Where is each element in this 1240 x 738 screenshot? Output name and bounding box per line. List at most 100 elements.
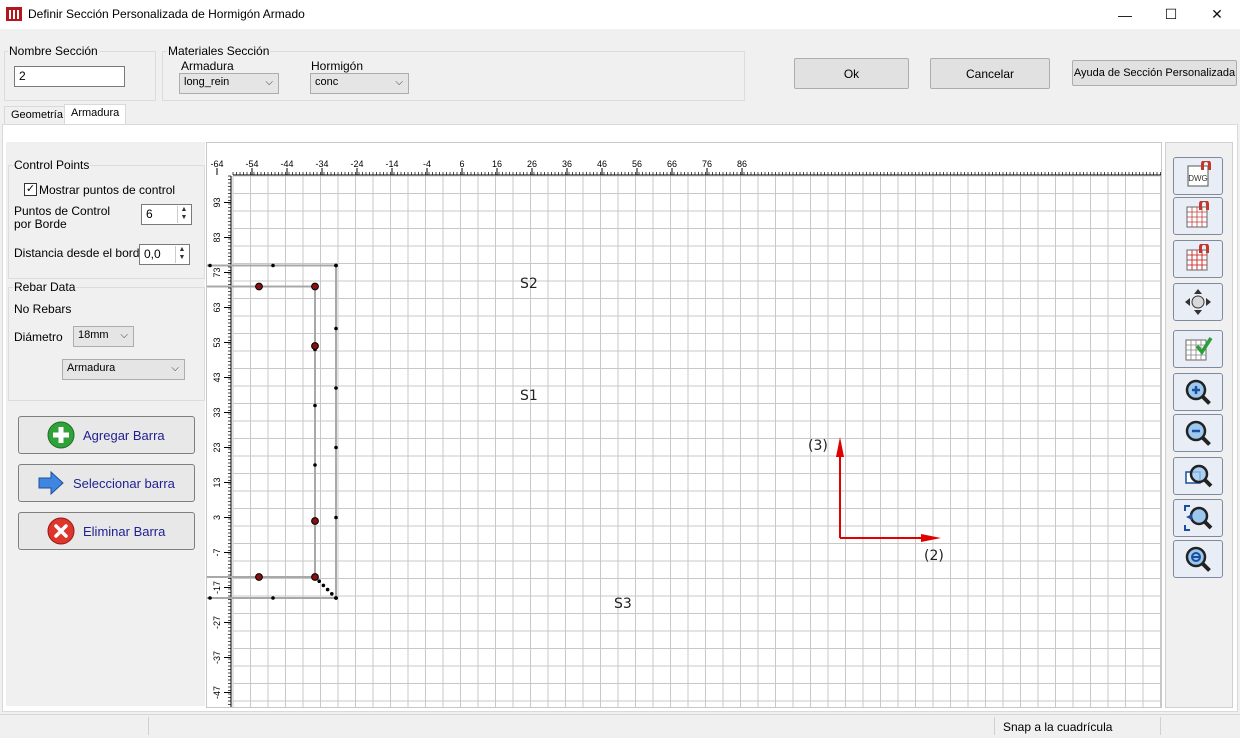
y-tick-label: 13: [212, 477, 222, 487]
corner-control-point: [325, 587, 330, 592]
control-point: [334, 515, 338, 520]
y-tick-label: -47: [212, 686, 222, 699]
select-bar-button[interactable]: Seleccionar barra: [18, 464, 195, 502]
zoom-previous-button[interactable]: [1173, 540, 1223, 578]
arrow-right-icon: [38, 470, 64, 496]
section-drawing[interactable]: -164-154-144-134-124-114-104-94-84-74-64…: [207, 143, 1162, 708]
plus-icon: [47, 421, 75, 449]
axis-2-arrowhead: [921, 534, 941, 542]
x-tick-label: 36: [562, 159, 572, 169]
zoom-window-button[interactable]: [1173, 457, 1223, 495]
grid-check-button[interactable]: [1173, 330, 1223, 368]
rebar-point: [311, 282, 319, 291]
y-tick-label: 53: [212, 337, 222, 347]
snap-grid-button[interactable]: [1173, 240, 1223, 278]
y-tick-label: 83: [212, 232, 222, 242]
section-canvas[interactable]: -164-154-144-134-124-114-104-94-84-74-64…: [206, 142, 1162, 708]
y-tick-label: 73: [212, 267, 222, 277]
diameter-select[interactable]: 18mm ⌵: [73, 326, 134, 347]
help-button[interactable]: Ayuda de Sección Personalizada: [1072, 60, 1237, 86]
ok-button[interactable]: Ok: [794, 58, 909, 89]
add-bar-label: Agregar Barra: [83, 427, 165, 443]
chevron-down-icon: ⌵: [120, 330, 128, 341]
axis-3-label: (3): [808, 438, 828, 454]
snap-status: Snap a la cuadrícula: [1003, 720, 1113, 734]
control-point: [208, 596, 212, 600]
grid-magnet-button[interactable]: [1173, 197, 1223, 235]
pan-move-icon: [1185, 289, 1211, 315]
armadura-select[interactable]: long_rein ⌵: [179, 73, 279, 94]
control-point: [334, 326, 338, 331]
maximize-button[interactable]: ☐: [1148, 0, 1194, 29]
diameter-select-value: 18mm: [78, 329, 109, 341]
tab-geometria[interactable]: Geometría: [4, 106, 70, 124]
edge-distance-label: Distancia desde el borde: [14, 246, 147, 260]
x-tick-label: 6: [459, 159, 464, 169]
app-icon: [6, 7, 22, 21]
zoom-out-button[interactable]: [1173, 414, 1223, 452]
rebar-point: [255, 282, 263, 291]
close-button[interactable]: ✕: [1194, 0, 1240, 29]
pan-move-button[interactable]: [1173, 283, 1223, 321]
edge-distance-spinner[interactable]: 0,0 ▲ ▼: [139, 244, 190, 265]
materiales-label: Materiales Sección: [167, 44, 271, 58]
x-tick-label: 56: [632, 159, 642, 169]
snap-grid-icon: [1186, 244, 1209, 271]
nombre-seccion-label: Nombre Sección: [8, 44, 99, 58]
x-tick-label: 26: [527, 159, 537, 169]
x-tick-label: 16: [492, 159, 502, 169]
control-point: [313, 403, 317, 408]
hormigon-select-value: conc: [315, 76, 339, 88]
minimize-button[interactable]: —: [1102, 0, 1148, 29]
zoom-fit-button[interactable]: [1173, 499, 1223, 537]
edge-distance-value: 0,0: [144, 247, 161, 261]
x-tick-label: 46: [597, 159, 607, 169]
zoom-out-icon: [1185, 420, 1211, 446]
delete-bar-label: Eliminar Barra: [83, 523, 166, 539]
grid-check-icon: [1185, 337, 1213, 361]
tab-armadura[interactable]: Armadura: [64, 104, 127, 125]
section-label-s1: S1: [520, 388, 538, 404]
x-tick-label: -4: [423, 159, 431, 169]
title-bar: Definir Sección Personalizada de Hormigó…: [0, 0, 1240, 29]
rebar-type-select[interactable]: Armadura ⌵: [62, 359, 185, 380]
x-tick-label: -24: [350, 159, 363, 169]
dwg-import-icon: DWG: [1187, 161, 1211, 187]
section-label-s2: S2: [520, 276, 538, 292]
rebar-data-label: Rebar Data: [13, 280, 77, 294]
chevron-down-icon: ⌵: [265, 77, 273, 88]
points-per-edge-label: Puntos de Control por Borde: [14, 204, 111, 231]
armadura-select-value: long_rein: [184, 76, 230, 88]
spinner-arrows-icon[interactable]: ▲ ▼: [175, 246, 188, 263]
chevron-down-icon: ⌵: [171, 363, 179, 374]
zoom-in-button[interactable]: [1173, 373, 1223, 411]
svg-text:DWG: DWG: [1188, 174, 1208, 183]
points-per-edge-spinner[interactable]: 6 ▲ ▼: [141, 204, 192, 225]
control-point: [271, 263, 275, 268]
show-points-label: Mostrar puntos de control: [39, 183, 176, 197]
corner-control-point: [321, 583, 326, 588]
x-tick-label: -34: [315, 159, 328, 169]
rebar-point: [311, 573, 319, 581]
corner-control-point: [334, 596, 338, 600]
add-bar-button[interactable]: Agregar Barra: [18, 416, 195, 454]
section-label-s3: S3: [614, 596, 632, 612]
y-tick-label: 23: [212, 442, 222, 452]
delete-bar-button[interactable]: Eliminar Barra: [18, 512, 195, 550]
chevron-down-icon: ⌵: [395, 77, 403, 88]
dwg-import-button[interactable]: DWG: [1173, 157, 1223, 195]
rebar-point: [311, 342, 319, 350]
y-tick-label: 33: [212, 407, 222, 417]
points-per-edge-value: 6: [146, 207, 153, 221]
spinner-arrows-icon[interactable]: ▲ ▼: [177, 206, 190, 223]
delete-icon: [47, 517, 75, 545]
hormigon-select[interactable]: conc ⌵: [310, 73, 409, 94]
cancel-button[interactable]: Cancelar: [930, 58, 1050, 89]
x-tick-label: 86: [737, 159, 747, 169]
hormigon-label: Hormigón: [311, 59, 364, 73]
x-tick-label: -44: [280, 159, 293, 169]
show-points-checkbox[interactable]: ✓: [24, 183, 37, 196]
nombre-seccion-input[interactable]: 2: [14, 66, 125, 87]
corner-control-point: [330, 592, 334, 596]
y-tick-label: -7: [212, 548, 222, 556]
